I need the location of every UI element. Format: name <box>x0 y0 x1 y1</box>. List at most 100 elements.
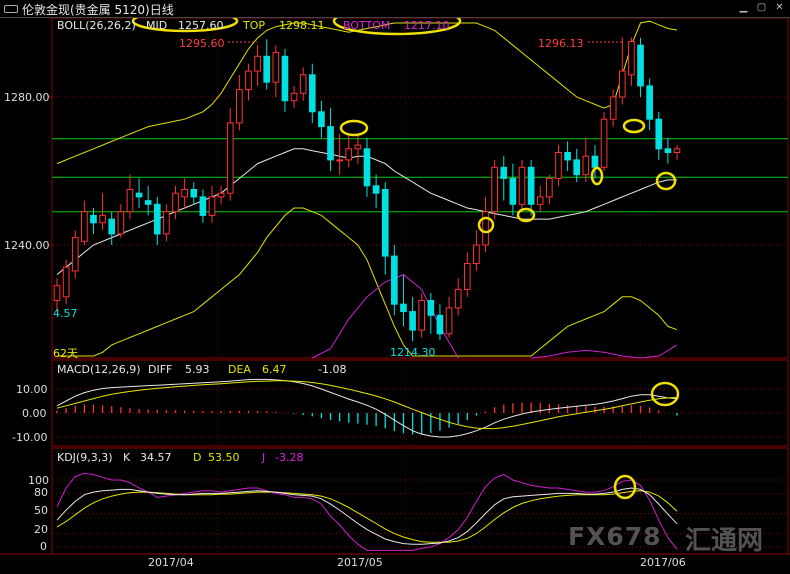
minimize-icon[interactable]: ▁ <box>738 2 749 13</box>
ma62-line <box>531 344 678 359</box>
level-touch-circle <box>339 119 369 137</box>
candle-body <box>226 122 234 194</box>
candle-body <box>308 74 316 113</box>
candle-body <box>436 314 444 335</box>
candle-body <box>372 185 380 194</box>
candle-body <box>500 166 508 179</box>
macd-diff-label: DIFF <box>148 363 173 376</box>
candle-body <box>144 200 152 205</box>
high-annotation-2: 1296.13 <box>538 37 584 50</box>
candle-body <box>163 211 170 235</box>
boll-indicator-name: BOLL(26,26,2) <box>57 19 136 32</box>
kdj-d-value: 53.50 <box>208 451 240 464</box>
candle-body <box>454 288 462 309</box>
candle-body <box>208 196 216 216</box>
y-tick-kdj: 20 <box>34 523 48 536</box>
mid-touch-circle <box>655 171 677 191</box>
candle-body <box>536 196 544 205</box>
window-title: 伦敦金现(贵金属 5120)日线 <box>22 3 174 17</box>
candle-body <box>299 74 307 94</box>
watermark-cn: 汇通网 <box>685 526 764 556</box>
ma-days-label: 62天 <box>53 347 78 360</box>
candle-body <box>254 55 261 72</box>
y-tick-kdj: 50 <box>34 504 48 517</box>
candle-body <box>90 214 97 224</box>
candle-body <box>628 41 635 76</box>
y-tick-macd: 0.00 <box>22 407 47 420</box>
candle-body <box>172 192 179 213</box>
candle-body <box>354 144 362 150</box>
candle-body <box>482 211 489 246</box>
window-titlebar: 伦敦金现(贵金属 5120)日线 ▁ ▢ ✕ <box>0 0 790 18</box>
candle-body <box>290 92 298 102</box>
candle-body <box>117 211 125 235</box>
candle-body <box>400 303 407 313</box>
chart-canvas <box>0 6 790 555</box>
x-tick: 2017/05 <box>337 556 383 569</box>
candle-body <box>81 211 88 242</box>
candle-body <box>564 152 571 161</box>
y-tick-macd: 10.00 <box>16 383 48 396</box>
candle-body <box>263 55 271 83</box>
macd-indicator-name: MACD(12,26,9) <box>57 363 141 376</box>
candle-body <box>491 166 498 213</box>
boll-top-value: 1298.11 <box>279 19 325 32</box>
candle-body <box>655 118 663 150</box>
boll-mid-label: MID <box>146 19 168 32</box>
candle-body <box>518 166 526 205</box>
kdj-indicator-name: KDJ(9,3,3) <box>57 451 113 464</box>
candle-body <box>600 118 608 168</box>
candle-body <box>427 300 435 316</box>
kdj-j-label: J <box>262 451 266 464</box>
boll-top-label: TOP <box>243 19 266 32</box>
restore-icon[interactable]: ▢ <box>756 2 767 13</box>
candle-body <box>391 255 398 305</box>
candle-body <box>646 85 653 120</box>
candle-body <box>135 192 143 198</box>
boll-bottom-line <box>57 207 678 357</box>
candle-body <box>53 285 61 302</box>
candle-body <box>381 189 389 257</box>
y-tick-main: 1240.00 <box>4 239 50 252</box>
macd-dea-value: 6.47 <box>262 363 287 376</box>
candle-body <box>153 203 161 235</box>
candle-body <box>199 196 207 216</box>
candle-body <box>509 177 517 205</box>
boll-bottom-label: BOTTOM <box>343 19 391 32</box>
kdj-d-label: D <box>193 451 202 464</box>
kdj-k-label: K <box>123 451 131 464</box>
kdj-cross-circle <box>613 474 637 500</box>
candle-body <box>463 263 471 290</box>
candle-body <box>673 148 681 154</box>
candle-body <box>609 96 617 120</box>
boll-mid-value: 1257.60 <box>178 19 224 32</box>
candle-body <box>445 307 453 335</box>
kdj-j-value: -3.28 <box>275 451 304 464</box>
level-touch-circle <box>622 118 646 134</box>
candle-body <box>71 237 79 272</box>
high-annotation-1: 1295.60 <box>179 37 225 50</box>
candle-body <box>99 214 106 224</box>
candle-body <box>190 189 198 198</box>
y-tick-macd: -10.00 <box>12 431 48 444</box>
candle-body <box>327 126 334 161</box>
candle-body <box>336 159 343 162</box>
x-tick: 2017/06 <box>640 556 686 569</box>
macd-diff-line <box>56 378 678 438</box>
candle-body <box>591 155 599 168</box>
close-icon[interactable]: ✕ <box>774 2 785 13</box>
candle-body <box>126 189 134 213</box>
candle-body <box>409 311 416 331</box>
candle-body <box>637 44 644 87</box>
candle-body <box>181 189 188 198</box>
candle-body <box>573 159 581 176</box>
candle-body <box>664 148 672 154</box>
candle-body <box>546 177 553 198</box>
left-low-annotation: 4.57 <box>53 307 78 320</box>
watermark-text: FX678 <box>568 522 662 551</box>
candle-body <box>345 148 353 161</box>
y-tick-kdj: 80 <box>34 486 48 499</box>
y-tick-main: 1280.00 <box>4 91 50 104</box>
macd-diff-value: 5.93 <box>185 363 210 376</box>
macd-cross-circle <box>650 381 680 407</box>
